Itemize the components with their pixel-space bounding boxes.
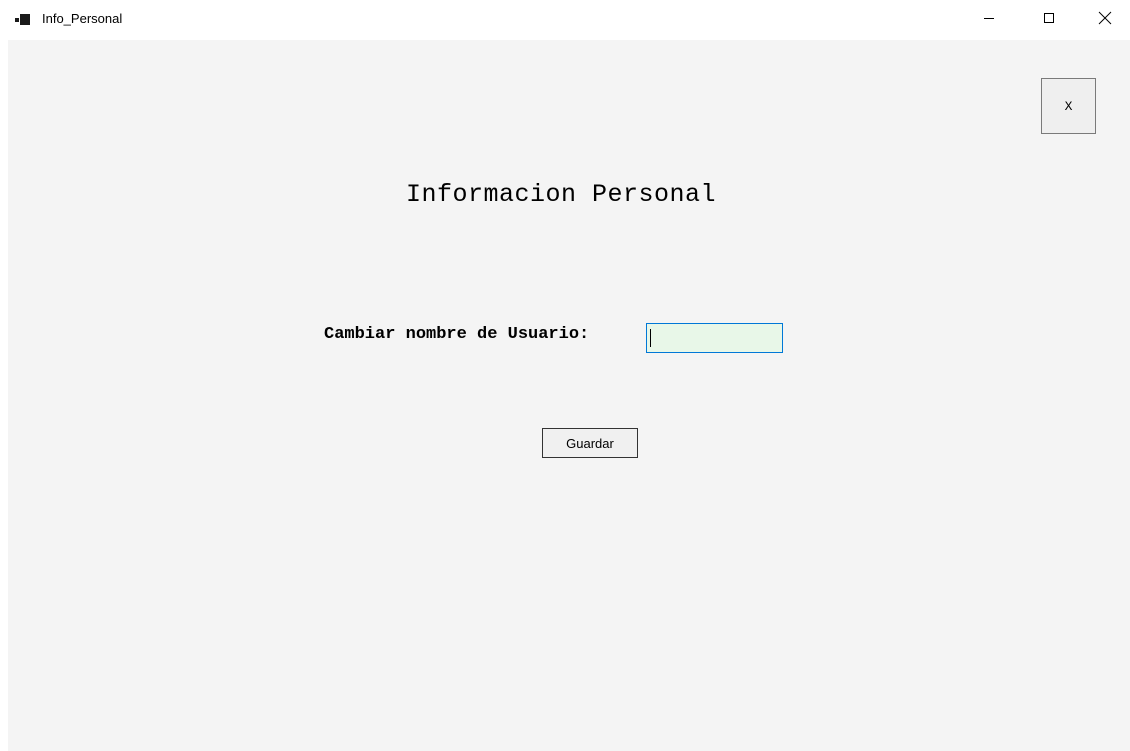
username-input[interactable] [646,323,783,353]
app-window: Info_Personal X Informacion Personal Cam… [0,0,1130,751]
save-button[interactable]: Guardar [542,428,638,458]
form-close-button[interactable]: X [1041,78,1096,134]
window-close-button[interactable] [1082,0,1128,40]
close-icon [1098,11,1112,30]
text-caret [650,329,651,347]
app-window-icon [15,13,31,25]
username-label: Cambiar nombre de Usuario: [324,325,590,344]
maximize-button[interactable] [1026,0,1072,40]
maximize-icon [1043,11,1055,29]
minimize-icon [983,11,995,29]
page-title: Informacion Personal [406,180,717,209]
title-bar[interactable]: Info_Personal [0,0,1130,40]
window-title: Info_Personal [42,11,123,26]
form-client-area: X Informacion Personal Cambiar nombre de… [8,40,1130,751]
minimize-button[interactable] [966,0,1012,40]
